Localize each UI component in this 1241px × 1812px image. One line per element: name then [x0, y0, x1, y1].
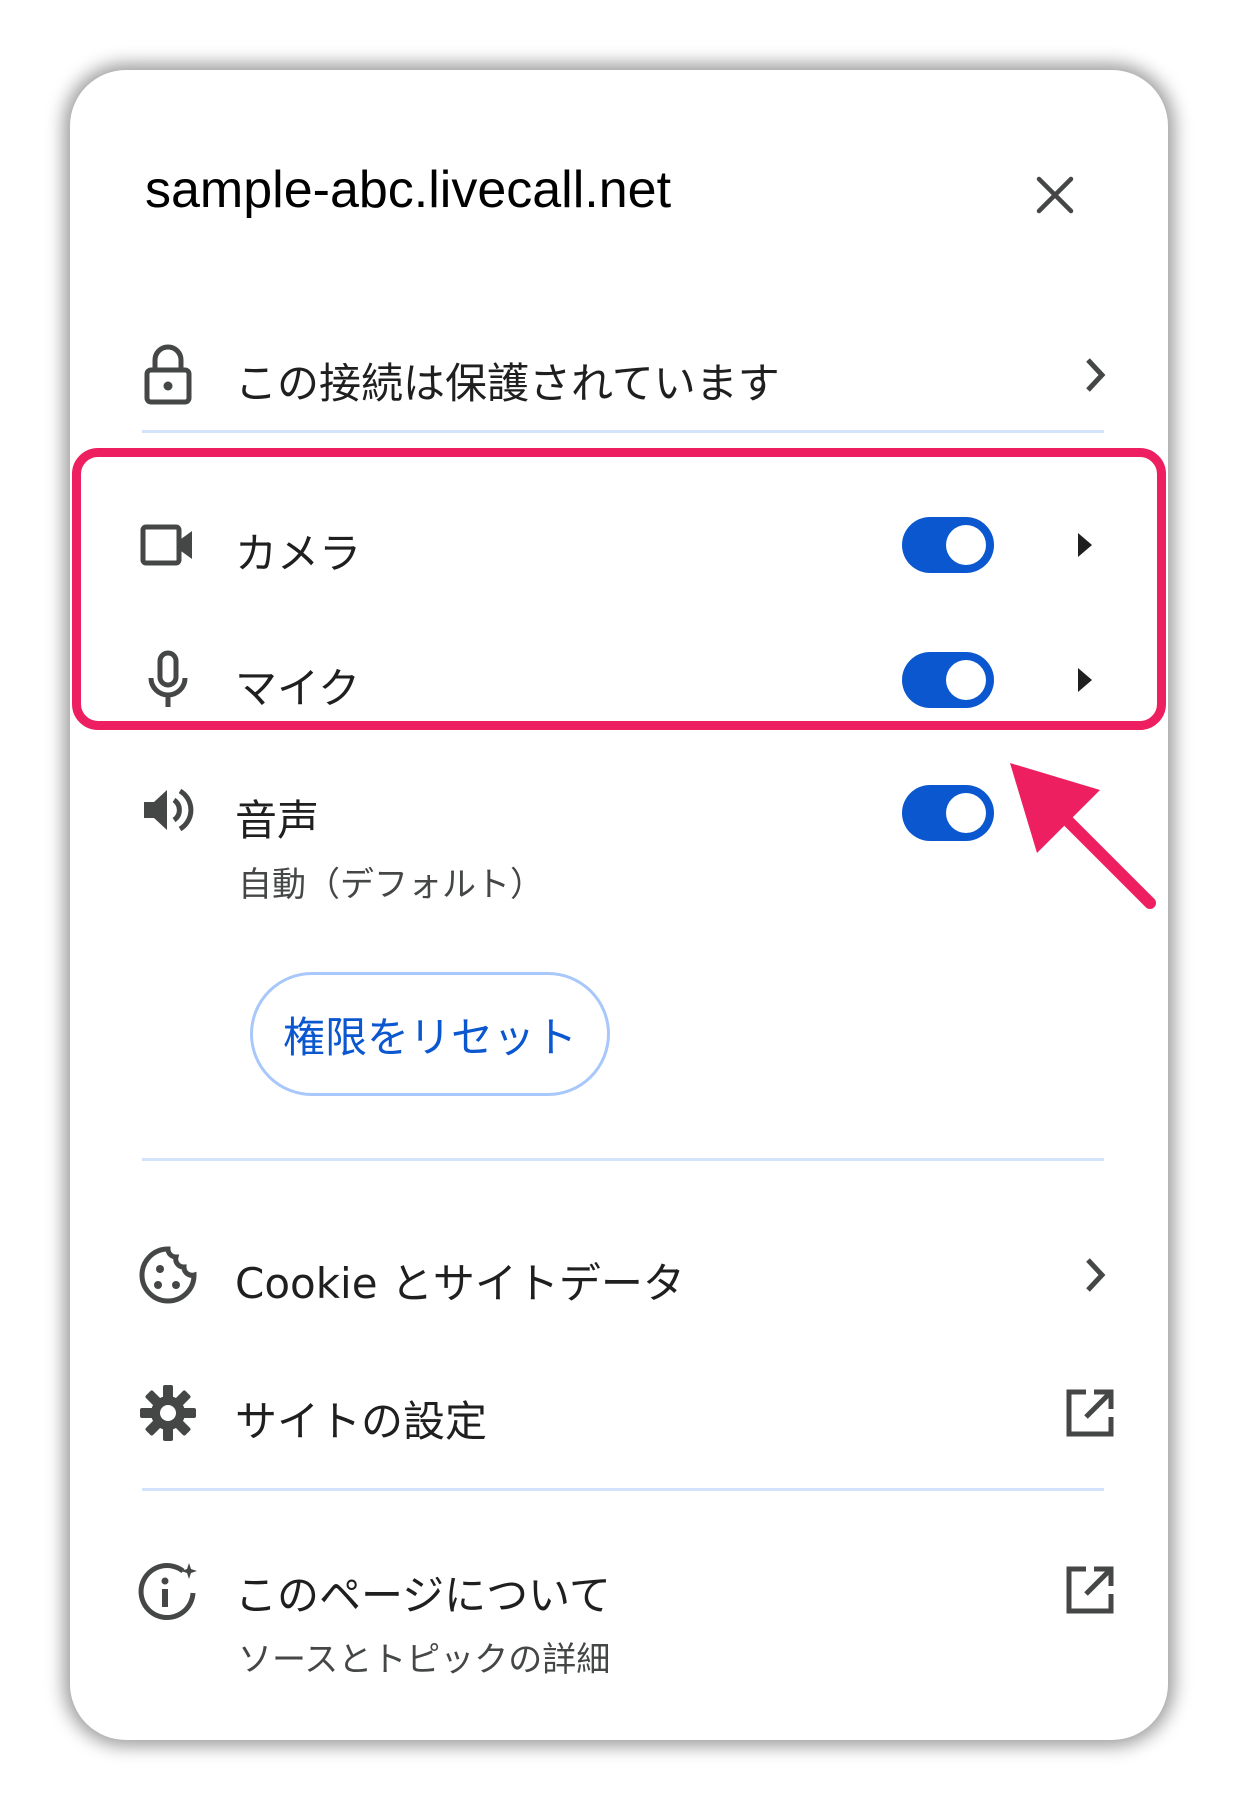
- connection-label: この接続は保護されています: [235, 359, 780, 408]
- divider: [142, 430, 1104, 433]
- close-icon: [1036, 176, 1074, 214]
- site-title: sample-abc.livecall.net: [145, 161, 672, 219]
- sound-sublabel: 自動（デフォルト）: [238, 865, 544, 905]
- toggle-knob: [946, 793, 986, 833]
- divider: [142, 1488, 1104, 1491]
- cookies-row[interactable]: Cookie とサイトデータ: [70, 1220, 1168, 1330]
- reset-permissions-button[interactable]: 権限をリセット: [250, 972, 610, 1096]
- site-settings-row[interactable]: サイトの設定: [70, 1358, 1168, 1468]
- cookie-icon: [128, 1235, 208, 1315]
- sound-label: 音声: [235, 796, 320, 845]
- about-page-sublabel: ソースとトピックの詳細: [238, 1640, 611, 1680]
- open-in-new-icon: [1060, 1560, 1120, 1620]
- annotation-highlight-box: [72, 448, 1166, 730]
- annotation-arrow-icon: [990, 745, 1170, 929]
- about-page-row[interactable]: このページについて ソースとトピックの詳細: [70, 1540, 1168, 1690]
- connection-row[interactable]: この接続は保護されています: [70, 320, 1168, 430]
- chevron-right-icon: [1075, 350, 1115, 400]
- chevron-right-icon: [1075, 1250, 1115, 1300]
- close-button[interactable]: [1025, 165, 1085, 225]
- divider: [142, 1158, 1104, 1161]
- open-in-new-icon: [1060, 1383, 1120, 1443]
- about-page-label: このページについて: [235, 1571, 611, 1620]
- sound-toggle[interactable]: [902, 785, 994, 841]
- speaker-icon: [128, 770, 208, 850]
- lock-icon: [128, 334, 208, 414]
- gear-icon: [128, 1373, 208, 1453]
- cookies-label: Cookie とサイトデータ: [235, 1259, 685, 1308]
- site-settings-label: サイトの設定: [235, 1397, 488, 1446]
- info-sparkle-icon: [128, 1552, 208, 1632]
